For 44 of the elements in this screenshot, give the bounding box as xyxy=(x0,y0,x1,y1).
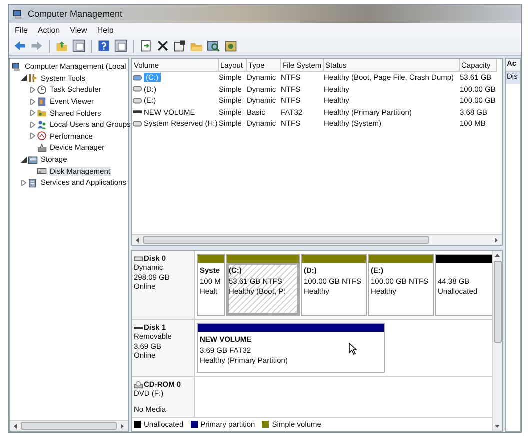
collapsed-icon[interactable] xyxy=(30,133,36,140)
collapsed-icon[interactable] xyxy=(30,122,36,128)
help-icon[interactable] xyxy=(97,39,111,53)
disk-search-icon[interactable] xyxy=(207,39,221,53)
clock-icon xyxy=(37,84,47,95)
scroll-right-icon[interactable] xyxy=(494,238,499,242)
mouse-cursor-icon xyxy=(349,343,357,355)
menu-item[interactable]: File xyxy=(15,26,28,34)
delete-icon[interactable] xyxy=(156,39,170,53)
device-icon xyxy=(37,142,47,153)
scroll-left-icon[interactable] xyxy=(135,238,140,242)
menu-item[interactable]: View xyxy=(70,26,88,34)
scroll-left-icon[interactable] xyxy=(13,424,18,428)
event-log-icon xyxy=(37,96,47,107)
disk-tools-icon[interactable] xyxy=(224,39,238,53)
scroll-down-icon[interactable] xyxy=(495,424,500,429)
menu-item[interactable]: Help xyxy=(97,26,114,34)
collapsed-icon[interactable] xyxy=(30,98,36,105)
panel-icon[interactable] xyxy=(114,39,128,53)
window-title: Computer Management xyxy=(28,9,123,19)
panel-icon[interactable] xyxy=(72,39,86,53)
expanded-icon[interactable] xyxy=(20,156,26,163)
vertical-scrollbar[interactable] xyxy=(492,251,502,431)
menu-item[interactable]: Action xyxy=(38,26,60,34)
computer-icon xyxy=(12,62,22,72)
tools-icon xyxy=(28,73,38,84)
shared-folder-icon xyxy=(37,108,47,118)
scroll-right-icon[interactable] xyxy=(120,424,125,428)
storage-icon xyxy=(28,154,38,165)
collapsed-icon[interactable] xyxy=(30,86,36,93)
performance-icon xyxy=(37,131,47,142)
back-arrow-icon[interactable] xyxy=(13,39,27,53)
collapsed-icon[interactable] xyxy=(30,110,36,116)
horizontal-scrollbar[interactable] xyxy=(10,420,128,431)
computer-icon xyxy=(13,8,24,20)
horizontal-scrollbar[interactable] xyxy=(132,234,502,245)
properties-icon[interactable] xyxy=(173,39,187,53)
scroll-up-icon[interactable] xyxy=(495,253,500,258)
expanded-icon[interactable] xyxy=(20,75,26,82)
collapsed-icon[interactable] xyxy=(20,180,26,186)
export-list-icon[interactable] xyxy=(139,39,153,53)
services-icon xyxy=(28,178,38,188)
users-icon xyxy=(37,120,47,130)
folder-up-icon[interactable] xyxy=(55,39,69,53)
